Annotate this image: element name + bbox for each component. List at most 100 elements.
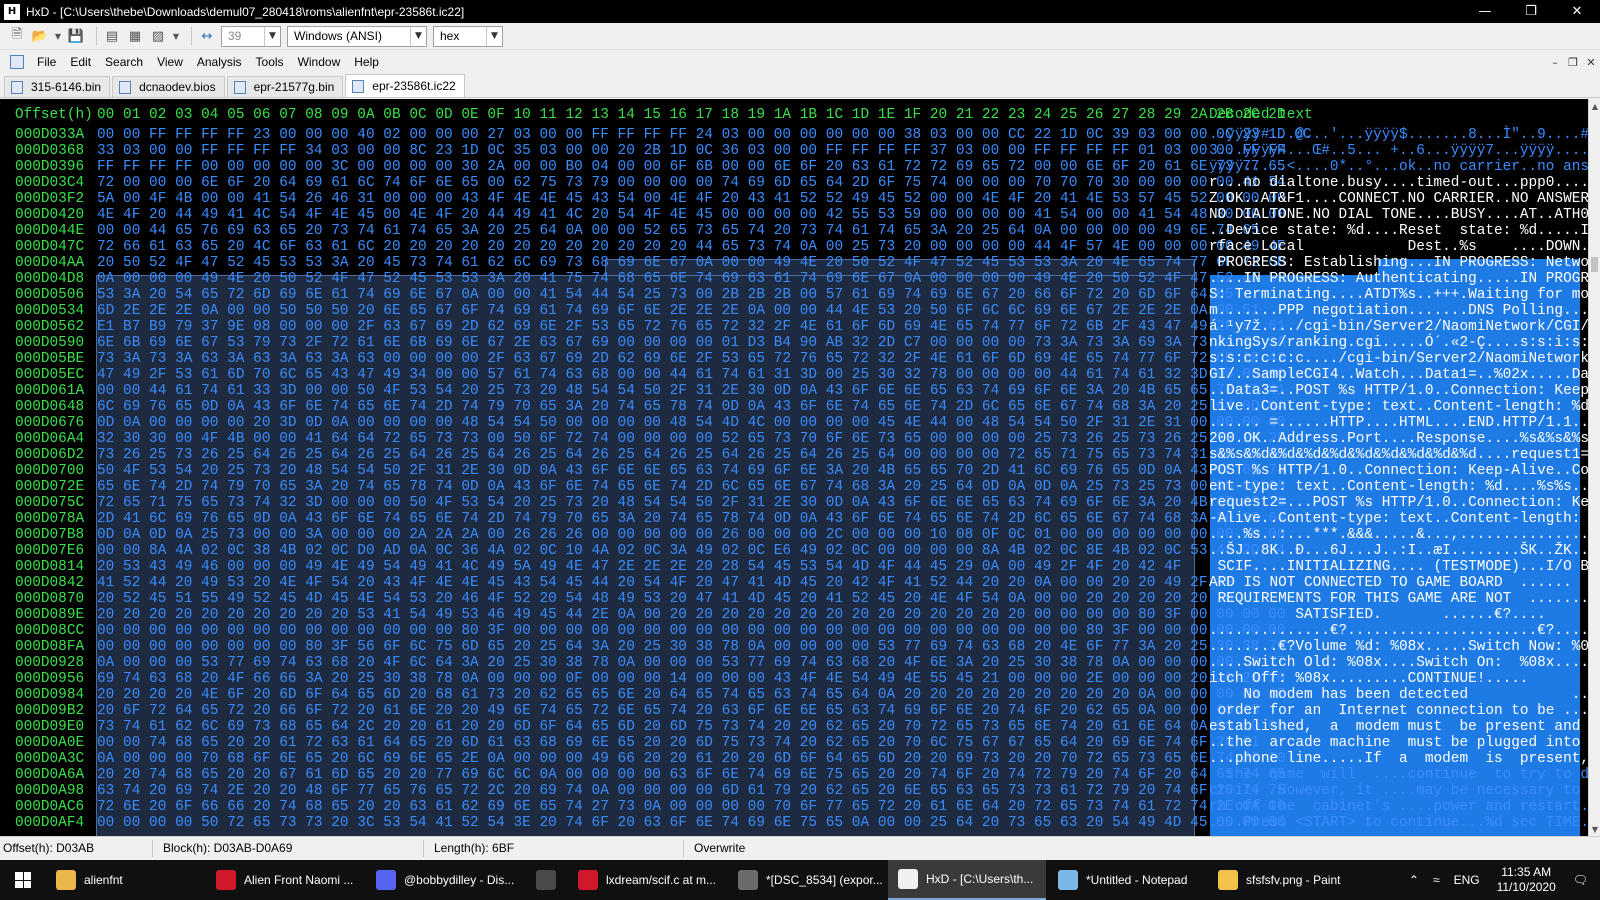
row-bytes[interactable]: 4E 4F 20 44 49 41 4C 54 4F 4E 45 00 4E 4…	[97, 207, 1286, 223]
windows-start-icon[interactable]	[0, 860, 46, 900]
row-decoded-text[interactable]: s&%s&%d&%d&%d&%d&%d&%d&%d&%d&%d....reque…	[1209, 447, 1600, 463]
hex-row[interactable]: 000D08CC 00 00 00 00 00 00 00 00 00 00 00…	[0, 623, 1600, 639]
hex-row[interactable]: 000D0506 53 3A 20 54 65 72 6D 69 6E 61 74…	[0, 287, 1600, 303]
row-decoded-text[interactable]: POST %s HTTP/1.0..Connection: Keep-Alive…	[1209, 463, 1600, 479]
menu-window[interactable]: Window	[291, 55, 348, 69]
tab-epr-21577g-bin[interactable]: epr-21577g.bin	[226, 76, 344, 97]
hex-rows[interactable]: 000D033A 00 00 FF FF FF FF 23 00 00 00 40…	[0, 127, 1600, 831]
mdi-restore-icon[interactable]: ❐	[1564, 56, 1582, 69]
row-decoded-text[interactable]: SCIF....INITIALIZING.... (TESTMODE)...I/…	[1209, 559, 1598, 575]
hex-row[interactable]: 000D0A0E 00 00 74 68 65 20 20 61 72 63 61…	[0, 735, 1598, 751]
scroll-down-icon[interactable]: ▼	[1589, 822, 1600, 836]
hex-row[interactable]: 000D0870 20 52 45 51 55 49 52 45 4D 45 4E…	[0, 591, 1589, 607]
row-bytes[interactable]: 72 65 71 75 65 73 74 32 3D 00 00 00 50 4…	[97, 495, 1286, 511]
save-as-icon[interactable]: ▨	[149, 27, 167, 45]
bytes-per-row-icon[interactable]: ↔	[198, 27, 216, 45]
menu-tools[interactable]: Tools	[249, 55, 291, 69]
row-decoded-text[interactable]: ....%s..:...***.&&&.....&...,...........…	[1209, 527, 1600, 543]
bytes-per-row-combo[interactable]: 39 ▼	[221, 25, 281, 47]
row-decoded-text[interactable]: ...phone line.....If a modem is present,	[1209, 751, 1589, 767]
row-bytes[interactable]: 53 3A 20 54 65 72 6D 69 6E 61 74 69 6E 6…	[97, 287, 1234, 303]
row-decoded-text[interactable]: 200.OK..Address.Port....Response....%s&%…	[1209, 431, 1600, 447]
hex-row[interactable]: 000D075C 72 65 71 75 65 73 74 32 3D 00 00…	[0, 495, 1600, 511]
hex-row[interactable]: 000D0814 20 53 43 49 46 00 00 00 49 4E 49…	[0, 559, 1598, 575]
row-bytes[interactable]: 47 49 2F 53 61 6D 70 6C 65 43 47 49 34 0…	[97, 367, 1286, 383]
row-bytes[interactable]: 72 6E 20 6F 66 66 20 74 68 65 20 20 63 6…	[97, 799, 1286, 815]
row-bytes[interactable]: 20 50 52 4F 47 52 45 53 53 3A 20 45 73 7…	[97, 255, 1286, 271]
save-icon[interactable]: 💾	[67, 27, 85, 45]
close-icon[interactable]: ✕	[1554, 0, 1600, 23]
row-decoded-text[interactable]: No modem has been detected ....In	[1209, 687, 1600, 703]
row-bytes[interactable]: E1 B7 B9 79 37 9E 08 00 00 00 2F 63 67 6…	[97, 319, 1286, 335]
row-bytes[interactable]: 00 00 00 00 00 00 00 00 80 3F 56 6F 6C 7…	[97, 639, 1286, 655]
hex-row[interactable]: 000D0A3C 0A 00 00 00 70 68 6F 6E 65 20 6C…	[0, 751, 1589, 767]
row-decoded-text[interactable]: ....Switch Old: %08x....Switch On: %08x.…	[1209, 655, 1600, 671]
hex-row[interactable]: 000D0396 FF FF FF FF 00 00 00 00 00 3C 00…	[0, 159, 1600, 175]
row-bytes[interactable]: 32 30 30 00 4F 4B 00 00 41 64 64 72 65 7…	[97, 431, 1286, 447]
hex-row[interactable]: 000D07E6 00 00 8A 4A 02 0C 38 4B 02 0C D0…	[0, 543, 1600, 559]
row-bytes[interactable]: 2D 41 6C 69 76 65 0D 0A 43 6F 6E 74 65 6…	[97, 511, 1286, 527]
hex-row[interactable]: 000D0676 0D 0A 00 00 00 00 20 3D 0D 0A 00…	[0, 415, 1600, 431]
hex-row[interactable]: 000D07B8 0D 0A 0D 0A 25 73 00 00 3A 00 00…	[0, 527, 1600, 543]
hex-row[interactable]: 000D04D8 0A 00 00 00 49 4E 20 50 52 4F 47…	[0, 271, 1600, 287]
mdi-minimize-icon[interactable]: –	[1546, 56, 1564, 69]
dropdown-arrow-icon[interactable]: ▼	[172, 27, 180, 45]
minimize-icon[interactable]: —	[1462, 0, 1508, 23]
row-decoded-text[interactable]: ....IN PROGRESS: Authenticating.....IN P…	[1209, 271, 1600, 287]
row-decoded-text[interactable]: S: Terminating....ATDT%s..+++.Waiting fo…	[1209, 287, 1600, 303]
menu-help[interactable]: Help	[347, 55, 386, 69]
hex-row[interactable]: 000D06D2 73 26 25 73 26 25 64 26 25 64 26…	[0, 447, 1600, 463]
hex-row[interactable]: 000D0A6A 20 20 74 68 65 20 20 67 61 6D 65…	[0, 767, 1600, 783]
hex-row[interactable]: 000D0842 41 52 44 20 49 53 20 4E 4F 54 20…	[0, 575, 1600, 591]
row-decoded-text[interactable]: rface Local Dest..%s ....DOWN....IN	[1209, 239, 1600, 255]
charset-combo[interactable]: Windows (ANSI) ▼	[287, 25, 427, 47]
scrollbar-thumb[interactable]	[1591, 257, 1598, 272]
hex-row[interactable]: 000D033A 00 00 FF FF FF FF 23 00 00 00 40…	[0, 127, 1600, 143]
row-bytes[interactable]: 20 53 43 49 46 00 00 00 49 4E 49 54 49 4…	[97, 559, 1181, 575]
row-bytes[interactable]: 00 00 00 00 50 72 65 73 73 20 3C 53 54 4…	[97, 815, 1286, 831]
hex-row[interactable]: 000D072E 65 6E 74 2D 74 79 70 65 3A 20 74…	[0, 479, 1600, 495]
row-bytes[interactable]: 00 00 44 61 74 61 33 3D 00 00 50 4F 53 5…	[97, 383, 1286, 399]
hex-row[interactable]: 000D06A4 32 30 30 00 4F 4B 00 00 41 64 64…	[0, 431, 1600, 447]
row-bytes[interactable]: 00 00 8A 4A 02 0C 38 4B 02 0C D0 AD 0A 0…	[97, 543, 1286, 559]
row-decoded-text[interactable]: GI/..SampleCGI4..Watch...Data1=..%02x...…	[1209, 367, 1600, 383]
row-bytes[interactable]: 00 00 44 65 76 69 63 65 20 73 74 61 74 6…	[97, 223, 1260, 239]
taskbar-button[interactable]	[526, 860, 566, 900]
row-bytes[interactable]: 0A 00 00 00 49 4E 20 50 52 4F 47 52 45 5…	[97, 271, 1286, 287]
tab-dcnaodev-bios[interactable]: dcnaodev.bios	[112, 76, 225, 97]
row-bytes[interactable]: 20 52 45 51 55 49 52 45 4D 45 4E 54 53 2…	[97, 591, 1234, 607]
menu-view[interactable]: View	[150, 55, 190, 69]
hex-row[interactable]: 000D0648 6C 69 76 65 0D 0A 43 6F 6E 74 65…	[0, 399, 1600, 415]
row-decoded-text[interactable]: ..Data3=..POST %s HTTP/1.0..Connection: …	[1209, 383, 1600, 399]
document-icon[interactable]	[10, 55, 24, 69]
hex-row[interactable]: 000D0A98 63 74 20 69 74 2E 20 20 48 6F 77…	[0, 783, 1600, 799]
row-decoded-text[interactable]: r...no dialtone.busy....timed-out...ppp0…	[1209, 175, 1600, 191]
row-bytes[interactable]: 5A 00 4F 4B 00 00 41 54 26 46 31 00 00 0…	[97, 191, 1286, 207]
hex-row[interactable]: 000D0534 6D 2E 2E 2E 0A 00 00 50 50 50 20…	[0, 303, 1600, 319]
row-bytes[interactable]: 65 6E 74 2D 74 79 70 65 3A 20 74 65 78 7…	[97, 479, 1286, 495]
row-decoded-text[interactable]: 3...ÿÿÿÿ4...Œ#..5... +..6...ÿÿÿÿ7...ÿÿÿÿ…	[1209, 143, 1600, 159]
row-decoded-text[interactable]: ..Device state: %d....Reset state: %d...…	[1209, 223, 1600, 239]
row-bytes[interactable]: 0D 0A 00 00 00 00 20 3D 0D 0A 00 00 00 0…	[97, 415, 1286, 431]
row-decoded-text[interactable]: á·¹y7ž..../cgi-bin/Server2/NaomiNetwork/…	[1209, 319, 1600, 335]
taskbar-button[interactable]: *[DSC_8534] (expor...	[728, 860, 886, 900]
hex-row[interactable]: 000D044E 00 00 44 65 76 69 63 65 20 73 74…	[0, 223, 1600, 239]
open-folder-icon[interactable]: 📂	[31, 27, 49, 45]
row-decoded-text[interactable]: nkingSys/ranking.cgi.....Ó´.«2-Ç....s:s:…	[1209, 335, 1600, 351]
row-decoded-text[interactable]: ..............€?......................€?…	[1209, 623, 1600, 639]
hex-row[interactable]: 000D0AC6 72 6E 20 6F 66 66 20 74 68 65 20…	[0, 799, 1598, 815]
row-decoded-text[interactable]: -Alive..Content-type: text..Content-leng…	[1209, 511, 1600, 527]
row-decoded-text[interactable]: itch Off: %08x.........CONTINUE!.....	[1209, 671, 1529, 687]
row-decoded-text[interactable]: established, a modem must be present and…	[1209, 719, 1600, 735]
row-bytes[interactable]: 20 20 20 20 4E 6F 20 6D 6F 64 65 6D 20 6…	[97, 687, 1286, 703]
hex-row[interactable]: 000D03F2 5A 00 4F 4B 00 00 41 54 26 46 31…	[0, 191, 1600, 207]
hex-row[interactable]: 000D078A 2D 41 6C 69 76 65 0D 0A 43 6F 6E…	[0, 511, 1600, 527]
menu-analysis[interactable]: Analysis	[190, 55, 249, 69]
row-decoded-text[interactable]: ....Press <START> to continue...%d sec T…	[1209, 815, 1600, 831]
row-bytes[interactable]: 00 00 FF FF FF FF 23 00 00 00 40 02 00 0…	[97, 127, 1312, 143]
chevron-down-icon[interactable]: ▼	[486, 26, 502, 46]
taskbar-button[interactable]: sfsfsfv.png - Paint	[1208, 860, 1366, 900]
row-bytes[interactable]: 69 74 63 68 20 4F 66 66 3A 20 25 30 38 7…	[97, 671, 1286, 687]
row-decoded-text[interactable]: request2=...POST %s HTTP/1.0..Connection…	[1209, 495, 1600, 511]
row-decoded-text[interactable]: the game will ....continue to try to det…	[1209, 767, 1600, 783]
